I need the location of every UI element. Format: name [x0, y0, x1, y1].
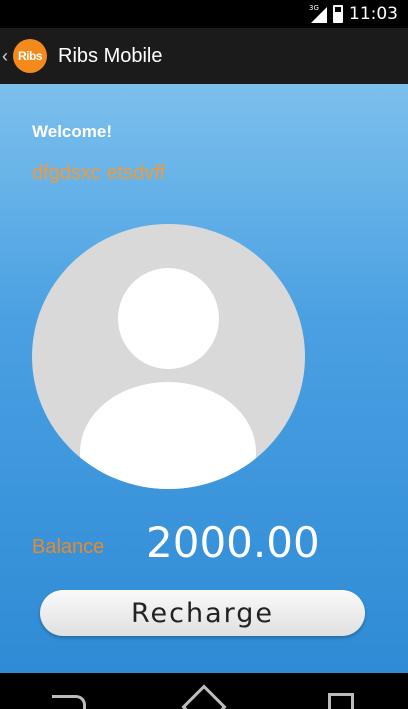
up-navigation-icon[interactable]: ‹ [2, 46, 12, 67]
back-button[interactable] [38, 687, 98, 709]
home-icon [181, 684, 227, 709]
welcome-text: Welcome! [32, 122, 112, 141]
recharge-button[interactable]: Recharge [40, 590, 365, 636]
home-button[interactable] [174, 684, 234, 709]
profile-avatar[interactable] [32, 224, 305, 489]
app-title: Ribs Mobile [58, 44, 163, 67]
username-text: dfgdsxc etsdvff [32, 162, 166, 184]
main-content: Welcome! dfgdsxc etsdvff Balance 2000.00… [0, 84, 408, 673]
clock: 11:03 [349, 4, 398, 24]
navigation-bar [0, 673, 408, 709]
balance-value: 2000.00 [146, 518, 320, 567]
app-logo-text: Ribs [17, 49, 43, 63]
signal-icon: 3G [309, 4, 327, 23]
action-bar: ‹ Ribs Ribs Mobile [0, 28, 408, 84]
recents-icon [328, 693, 354, 709]
app-logo[interactable]: Ribs [13, 39, 47, 73]
balance-label: Balance [32, 536, 105, 558]
avatar-body-shape [80, 382, 256, 489]
avatar-head-shape [118, 268, 219, 369]
battery-icon [333, 5, 343, 23]
status-bar: 3G 11:03 [0, 0, 408, 28]
recents-button[interactable] [310, 687, 370, 709]
network-type-label: 3G [309, 4, 319, 12]
back-icon [52, 695, 86, 709]
